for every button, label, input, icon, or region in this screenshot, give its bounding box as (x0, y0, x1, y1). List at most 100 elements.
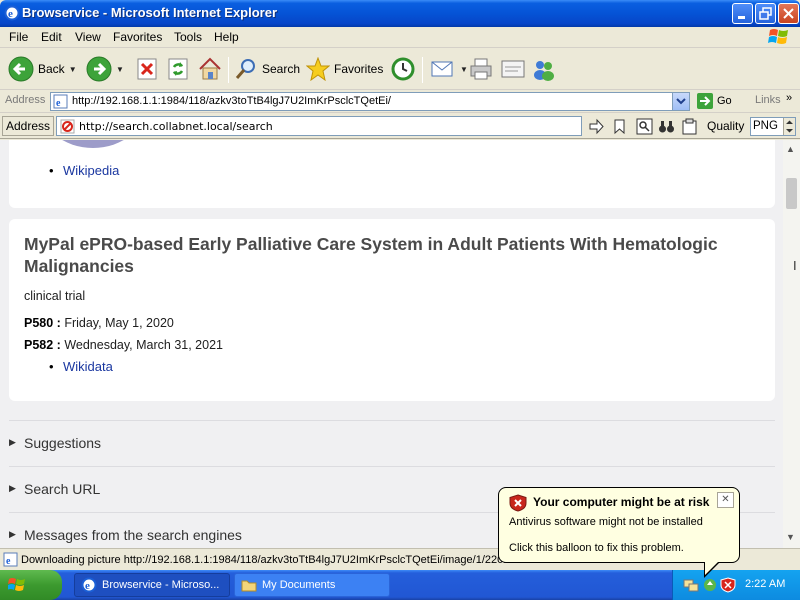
menu-bar: File Edit View Favorites Tools Help (0, 27, 800, 48)
address-field[interactable]: e http://192.168.1.1:1984/118/azkv3toTtB… (50, 92, 690, 111)
scroll-up-arrow-icon[interactable]: ▲ (786, 144, 795, 154)
favorites-button[interactable]: Favorites (306, 54, 383, 84)
bookmark-icon[interactable] (611, 118, 628, 135)
quality-spinner[interactable] (783, 118, 795, 135)
menu-favorites[interactable]: Favorites (113, 30, 162, 44)
search-label: Search (262, 62, 301, 76)
restore-icon (759, 7, 772, 20)
taskbar-item-browservice[interactable]: e Browservice - Microso... (74, 573, 230, 597)
property-key: P582 : (24, 338, 61, 352)
security-balloon[interactable]: Your computer might be at risk ✕ Antivir… (498, 487, 740, 578)
forward-arrow-icon (86, 56, 112, 82)
wikipedia-link[interactable]: Wikipedia (49, 163, 119, 178)
scrollbar-thumb[interactable] (786, 178, 797, 209)
security-shield-icon (509, 494, 527, 512)
clipboard-icon[interactable] (681, 118, 698, 135)
toolbar-separator (422, 57, 423, 83)
taskbar-item-my-documents[interactable]: My Documents (234, 573, 390, 597)
search-button[interactable]: Search (234, 54, 300, 84)
balloon-tail-fill (705, 561, 719, 575)
taskbar: e Browservice - Microso... My Documents … (0, 570, 800, 600)
go-button[interactable]: Go (696, 92, 732, 110)
mail-button[interactable]: ▼ (430, 54, 468, 84)
messenger-button[interactable] (531, 54, 557, 84)
history-button[interactable] (390, 54, 416, 84)
forward-dropdown-icon[interactable]: ▼ (116, 65, 124, 74)
result-property-p582: P582 : Wednesday, March 31, 2021 (24, 338, 223, 352)
history-icon (391, 57, 415, 81)
ie-page-icon: e (3, 552, 18, 567)
expand-triangle-icon: ▶ (9, 483, 16, 493)
section-label: Search URL (24, 481, 101, 497)
quality-select[interactable]: PNG (750, 117, 796, 136)
balloon-title: Your computer might be at risk (533, 495, 710, 509)
quality-label: Quality (707, 119, 745, 133)
close-button[interactable] (778, 3, 799, 24)
go-label: Go (717, 95, 732, 107)
task-label: Browservice - Microso... (102, 579, 220, 591)
chevron-down-icon (676, 98, 686, 105)
system-tray: 2:22 AM (672, 570, 800, 600)
menu-help[interactable]: Help (214, 30, 239, 44)
text-cursor-icon: I (793, 258, 797, 273)
edit-button[interactable] (500, 54, 526, 84)
no-security-icon (60, 119, 75, 134)
toolbar-separator (228, 57, 229, 83)
wikidata-link[interactable]: Wikidata (49, 359, 113, 374)
result-property-p580: P580 : Friday, May 1, 2020 (24, 316, 174, 330)
spinner-arrows-icon (786, 120, 793, 133)
title-bar[interactable]: e Browservice - Microsoft Internet Explo… (0, 0, 800, 27)
security-shield-icon[interactable] (720, 577, 736, 593)
links-button[interactable]: Links (755, 94, 781, 106)
find-icon[interactable] (636, 118, 653, 135)
scroll-down-arrow-icon[interactable]: ▼ (786, 532, 795, 542)
print-icon (470, 58, 492, 80)
section-label: Suggestions (24, 435, 102, 451)
windows-flag-icon (8, 578, 25, 591)
clock: 2:22 AM (745, 578, 786, 590)
forward-button[interactable]: ▼ (86, 54, 124, 84)
home-icon (199, 57, 221, 80)
expand-triangle-icon: ▶ (9, 529, 16, 539)
start-button[interactable] (0, 570, 62, 600)
restore-button[interactable] (755, 3, 776, 24)
favorites-label: Favorites (334, 62, 384, 76)
back-button[interactable]: Back ▼ (8, 54, 77, 84)
links-chevron-icon[interactable]: » (786, 92, 792, 104)
edit-page-icon (501, 60, 525, 78)
expand-triangle-icon: ▶ (9, 437, 16, 447)
navigate-arrow-icon[interactable] (588, 118, 605, 135)
back-dropdown-icon[interactable]: ▼ (69, 65, 77, 74)
ie-icon: e (81, 577, 97, 593)
suggestions-section[interactable]: ▶ Suggestions (9, 420, 775, 466)
result-card: MyPal ePRO-based Early Palliative Care S… (9, 219, 775, 401)
address-bar: Address e http://192.168.1.1:1984/118/az… (0, 90, 800, 113)
result-title[interactable]: MyPal ePRO-based Early Palliative Care S… (24, 233, 724, 277)
standard-toolbar: Back ▼ ▼ Search Favorites ▼ (0, 49, 800, 90)
stop-button[interactable] (136, 54, 158, 84)
balloon-close-button[interactable]: ✕ (717, 492, 734, 508)
vertical-scrollbar[interactable]: ▲ ▼ (783, 140, 800, 548)
task-label: My Documents (262, 579, 336, 591)
menu-tools[interactable]: Tools (174, 30, 202, 44)
network-icon[interactable] (683, 577, 699, 593)
update-icon[interactable] (702, 577, 718, 593)
home-button[interactable] (197, 54, 223, 84)
svg-text:e: e (85, 580, 90, 592)
search-icon (235, 59, 255, 79)
refresh-button[interactable] (167, 54, 189, 84)
print-button[interactable] (469, 54, 493, 84)
minimize-button[interactable] (732, 3, 753, 24)
address-dropdown-button[interactable] (672, 93, 689, 110)
result-type: clinical trial (24, 289, 86, 303)
mail-dropdown-icon[interactable]: ▼ (460, 65, 468, 74)
favorites-star-icon (306, 57, 330, 81)
menu-edit[interactable]: Edit (41, 30, 62, 44)
inner-address-field[interactable]: http://search.collabnet.local/search (56, 116, 582, 136)
property-value: Wednesday, March 31, 2021 (60, 338, 223, 352)
binoculars-icon[interactable] (658, 118, 675, 135)
menu-view[interactable]: View (75, 30, 101, 44)
svg-text:e: e (8, 8, 13, 20)
window-title: Browservice - Microsoft Internet Explore… (22, 5, 278, 20)
menu-file[interactable]: File (9, 30, 28, 44)
